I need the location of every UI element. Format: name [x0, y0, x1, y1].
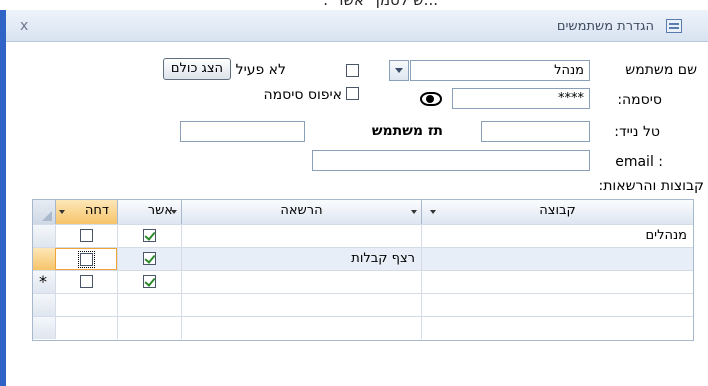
- group-cell[interactable]: מנהלים: [421, 225, 693, 247]
- column-header-reject[interactable]: דחה: [55, 200, 117, 224]
- mobile-label: טל נייד:: [614, 124, 660, 140]
- window-title: הגדרת משתמשים: [556, 19, 654, 34]
- empty-cell: [117, 317, 181, 339]
- mobile-field[interactable]: [481, 121, 590, 142]
- reject-checkbox[interactable]: [80, 275, 93, 288]
- reject-cell[interactable]: [55, 225, 117, 247]
- chevron-down-icon[interactable]: [389, 60, 409, 81]
- approve-checkbox[interactable]: [143, 275, 156, 288]
- column-header-group[interactable]: קבוצה: [421, 200, 693, 224]
- groups-heading: קבוצות והרשאות:: [598, 178, 705, 194]
- chevron-down-icon[interactable]: [59, 210, 65, 214]
- password-value: ****: [558, 91, 584, 106]
- empty-cell: [181, 317, 421, 339]
- email-field[interactable]: [312, 150, 590, 171]
- empty-cell: [421, 294, 693, 316]
- username-combo[interactable]: מנהל: [410, 60, 590, 81]
- reject-cell[interactable]: [55, 271, 117, 293]
- password-label: סיסמה:: [617, 92, 662, 108]
- show-all-button[interactable]: הצג כולם: [163, 58, 231, 80]
- empty-cell: [55, 317, 117, 339]
- empty-cell: [55, 294, 117, 316]
- approve-cell[interactable]: [117, 225, 181, 247]
- group-cell[interactable]: [421, 271, 693, 293]
- chevron-down-icon[interactable]: [411, 210, 417, 214]
- password-field[interactable]: ****: [452, 88, 590, 109]
- chevron-down-icon[interactable]: [430, 210, 436, 214]
- approve-checkbox[interactable]: [143, 229, 156, 242]
- permission-cell[interactable]: רצף קבלות: [181, 248, 421, 270]
- empty-cell: [421, 317, 693, 339]
- reject-cell[interactable]: [55, 248, 117, 270]
- reset-password-label: איפוס סיסמה: [263, 87, 342, 103]
- username-value: מנהל: [554, 63, 584, 78]
- empty-cell: [117, 294, 181, 316]
- row-selector: [33, 294, 55, 316]
- table-row[interactable]: מנהלים: [33, 224, 693, 247]
- form-icon: [666, 19, 682, 33]
- permissions-grid: קבוצה הרשאה אשר דחה מנהלים רצף קבלות *: [32, 199, 694, 341]
- inactive-label: לא פעיל: [235, 62, 286, 78]
- new-record-icon: *: [39, 272, 47, 291]
- approve-cell[interactable]: [117, 248, 181, 270]
- table-row[interactable]: רצף קבלות: [33, 247, 693, 270]
- permission-cell[interactable]: [181, 225, 421, 247]
- empty-cell: [181, 294, 421, 316]
- chevron-down-icon[interactable]: [171, 210, 177, 214]
- reject-header-label: דחה: [84, 203, 109, 218]
- approve-header-label: אשר: [147, 203, 173, 218]
- row-selector[interactable]: [33, 225, 55, 247]
- group-cell[interactable]: [421, 248, 693, 270]
- close-icon[interactable]: x: [20, 18, 28, 34]
- reset-password-checkbox[interactable]: [346, 87, 359, 100]
- approve-cell[interactable]: [117, 271, 181, 293]
- table-row[interactable]: *: [33, 270, 693, 293]
- top-text-fragment: ...ש לסמן "אשר".: [0, 0, 708, 10]
- eye-icon[interactable]: [420, 92, 442, 106]
- user-id-field[interactable]: [180, 121, 305, 142]
- row-selector: [33, 317, 55, 339]
- permission-cell[interactable]: [181, 271, 421, 293]
- new-row-selector[interactable]: *: [33, 271, 55, 293]
- column-header-permission[interactable]: הרשאה: [181, 200, 421, 224]
- empty-row: [33, 293, 693, 316]
- permission-header-label: הרשאה: [280, 203, 323, 218]
- top-fragment-text: ...ש לסמן "אשר".: [323, 0, 438, 9]
- column-header-approve[interactable]: אשר: [117, 200, 181, 224]
- reject-checkbox[interactable]: [80, 229, 93, 242]
- user-id-label: תז משתמש: [371, 123, 443, 139]
- inactive-checkbox[interactable]: [346, 64, 359, 77]
- group-header-label: קבוצה: [539, 203, 576, 218]
- row-selector[interactable]: [33, 248, 55, 270]
- approve-checkbox[interactable]: [143, 252, 156, 265]
- select-all-corner[interactable]: [33, 200, 55, 224]
- empty-row: [33, 316, 693, 339]
- email-label: : email: [615, 154, 663, 170]
- reject-checkbox[interactable]: [78, 251, 95, 268]
- username-label: שם משתמש: [625, 62, 697, 78]
- screen: ...ש לסמן "אשר". x הגדרת משתמשים שם משתמ…: [0, 0, 708, 386]
